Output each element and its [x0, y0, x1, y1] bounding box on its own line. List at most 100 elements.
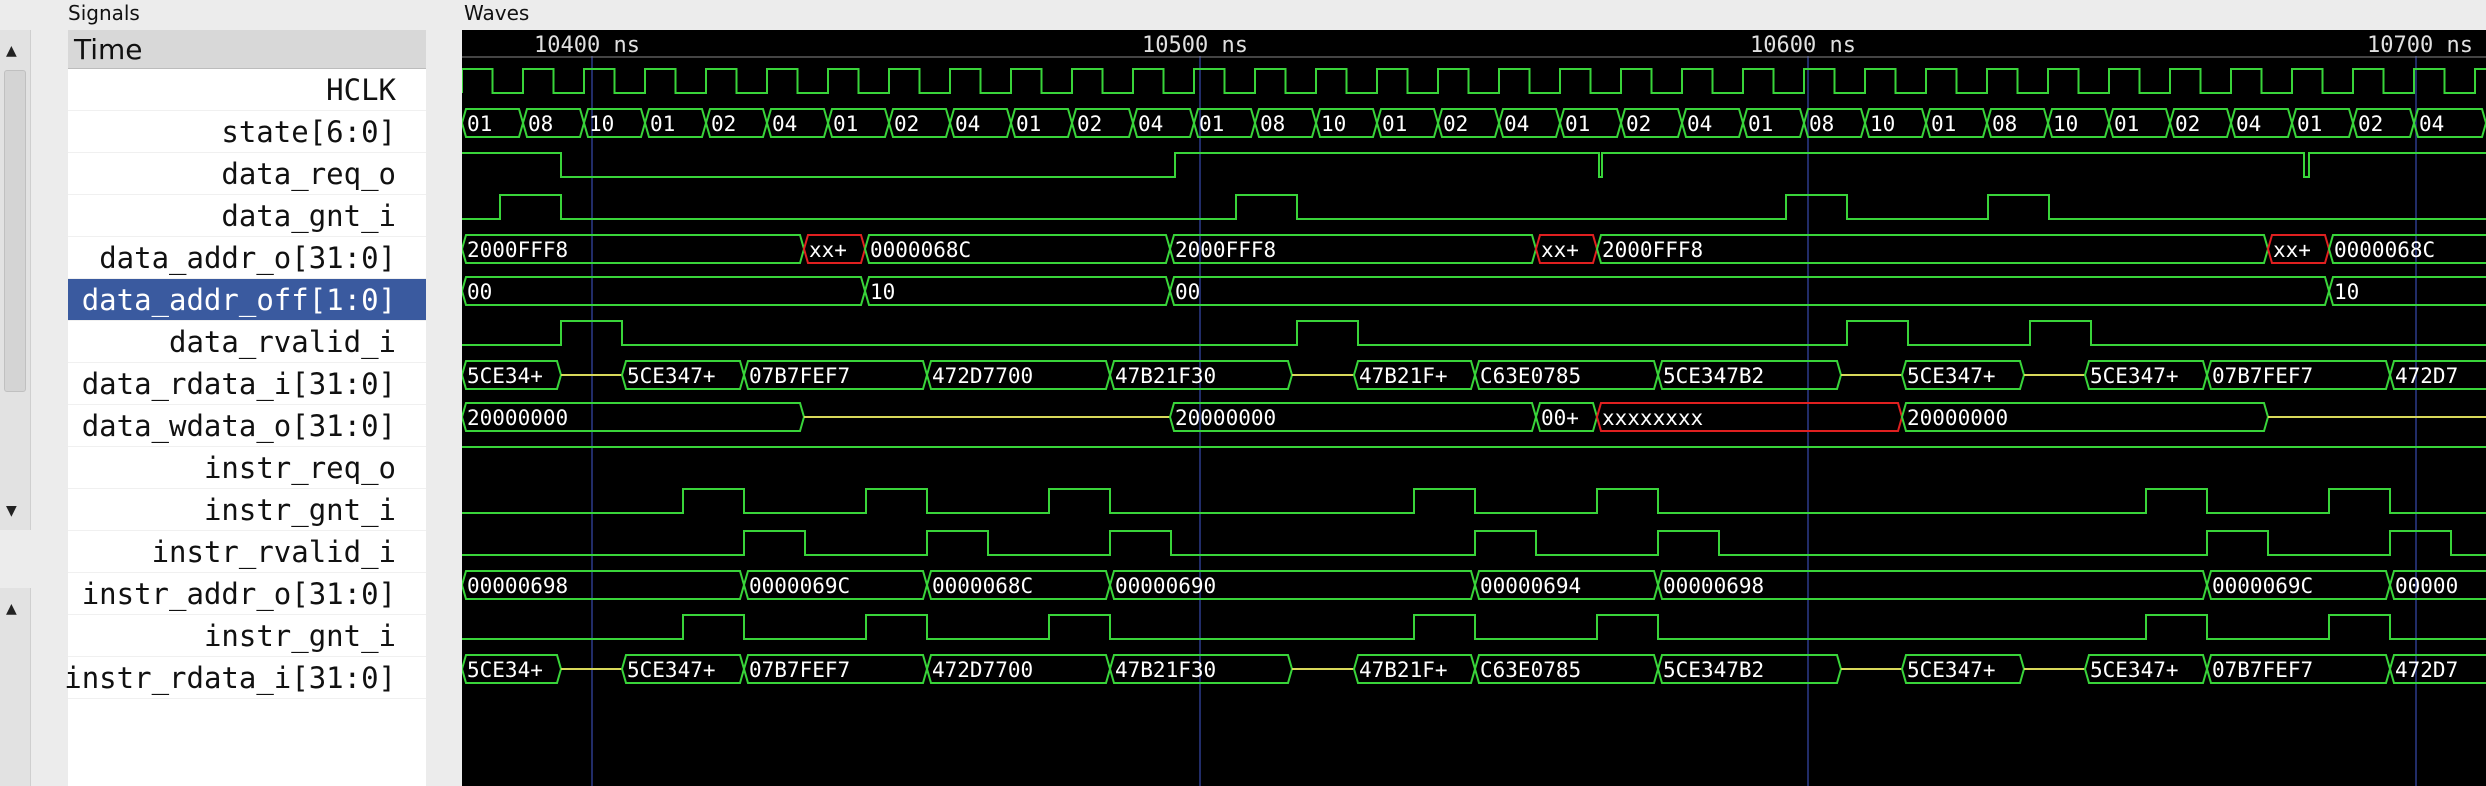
- state-value: 01: [1016, 112, 1041, 136]
- signal-row[interactable]: instr_req_o: [68, 447, 426, 489]
- data-rdata-value: 5CE34+: [467, 364, 543, 388]
- state-value: 01: [2114, 112, 2139, 136]
- data-wdata-value: 00+: [1541, 406, 1579, 430]
- instr-rdata-value: 472D7: [2395, 658, 2458, 682]
- instr-addr-value: 00000698: [467, 574, 568, 598]
- signal-row[interactable]: state[6:0]: [68, 111, 426, 153]
- state-value: 02: [1077, 112, 1102, 136]
- signal-row[interactable]: data_wdata_o[31:0]: [68, 405, 426, 447]
- data-wdata-value: 20000000: [1907, 406, 2008, 430]
- signal-name: instr_gnt_i: [203, 619, 396, 653]
- hclk-waveform: [462, 68, 2486, 94]
- signal-name: data_rvalid_i: [169, 325, 396, 359]
- signal-name: data_gnt_i: [221, 199, 396, 233]
- signal-row[interactable]: instr_rdata_i[31:0]: [64, 657, 426, 699]
- scroll-up-icon[interactable]: ▲: [6, 602, 17, 616]
- state-value: 10: [1321, 112, 1346, 136]
- data-addr-off-segment: [863, 276, 1172, 306]
- data-addr-off-value: 10: [2334, 280, 2359, 304]
- signals-vertical-scrollbar[interactable]: ▲ ▼: [0, 30, 31, 530]
- time-marker-label: 10600 ns: [1750, 33, 1856, 58]
- data-req-waveform: [462, 152, 2486, 178]
- state-value: 01: [1931, 112, 1956, 136]
- state-value: 02: [1443, 112, 1468, 136]
- signal-row[interactable]: data_req_o: [68, 153, 426, 195]
- data-addr-off-value: 00: [467, 280, 492, 304]
- instr-gnt-waveform: [462, 614, 2486, 640]
- data-addr-value: 2000FFF8: [1175, 238, 1276, 262]
- instr-addr-value: 00000694: [1480, 574, 1581, 598]
- instr-rdata-value: 47B21F+: [1359, 658, 1448, 682]
- signal-row[interactable]: instr_addr_o[31:0]: [68, 573, 426, 615]
- signal-name: instr_rdata_i[31:0]: [64, 661, 396, 695]
- data-addr-value: 2000FFF8: [1602, 238, 1703, 262]
- data-addr-value: xx+: [2273, 238, 2311, 262]
- state-value: 01: [467, 112, 492, 136]
- signal-name: data_req_o: [221, 157, 396, 191]
- signal-row[interactable]: data_gnt_i: [68, 195, 426, 237]
- signal-name: data_rdata_i[31:0]: [81, 367, 396, 401]
- state-value: 04: [1687, 112, 1712, 136]
- state-value: 01: [1565, 112, 1590, 136]
- scroll-down-icon[interactable]: ▼: [6, 504, 17, 518]
- state-value: 01: [650, 112, 675, 136]
- signal-name: data_addr_o[31:0]: [99, 241, 396, 275]
- scrollbar-thumb[interactable]: [4, 70, 26, 392]
- instr-gnt-waveform: [462, 488, 2486, 514]
- signal-row[interactable]: instr_rvalid_i: [68, 531, 426, 573]
- state-value: 10: [1870, 112, 1895, 136]
- data-addr-value: 0000068C: [870, 238, 971, 262]
- signal-name: state[6:0]: [221, 115, 396, 149]
- state-value: 01: [1199, 112, 1224, 136]
- instr-rdata-value: 07B7FEF7: [749, 658, 850, 682]
- data-rdata-value: 472D7700: [932, 364, 1033, 388]
- data-wdata-value: 20000000: [1175, 406, 1276, 430]
- state-value: 08: [1992, 112, 2017, 136]
- signal-row[interactable]: HCLK: [68, 69, 426, 111]
- data-rdata-value: 5CE347B2: [1663, 364, 1764, 388]
- state-value: 01: [1382, 112, 1407, 136]
- waveform-canvas[interactable]: 10400 ns 10500 ns 10600 ns 10700 ns 01 08 10 01…: [462, 30, 2486, 786]
- data-addr-value: xx+: [809, 238, 847, 262]
- instr-rdata-value: 472D7700: [932, 658, 1033, 682]
- signal-row[interactable]: data_rdata_i[31:0]: [68, 363, 426, 405]
- instr-rdata-value: 5CE347B2: [1663, 658, 1764, 682]
- state-value: 08: [1809, 112, 1834, 136]
- data-rvalid-waveform: [462, 320, 2486, 346]
- state-value: 08: [1260, 112, 1285, 136]
- time-marker-label: 10400 ns: [534, 33, 640, 58]
- signal-row[interactable]: data_rvalid_i: [68, 321, 426, 363]
- signal-name: data_wdata_o[31:0]: [81, 409, 396, 443]
- state-value: 10: [589, 112, 614, 136]
- data-rdata-value: 47B21F30: [1115, 364, 1216, 388]
- waves-panel[interactable]: 10400 ns 10500 ns 10600 ns 10700 ns 01 08 10 01…: [462, 30, 2486, 786]
- waves-frame-title: Waves: [464, 1, 530, 25]
- data-rdata-value: 07B7FEF7: [2212, 364, 2313, 388]
- data-wdata-value: xxxxxxxx: [1602, 406, 1703, 430]
- signal-row[interactable]: data_addr_o[31:0]: [68, 237, 426, 279]
- signals-frame-title: Signals: [68, 1, 140, 25]
- instr-rdata-value: 47B21F30: [1115, 658, 1216, 682]
- signal-name: instr_gnt_i: [203, 493, 396, 527]
- instr-addr-value: 0000069C: [749, 574, 850, 598]
- instr-addr-value: 00000698: [1663, 574, 1764, 598]
- state-value: 10: [2053, 112, 2078, 136]
- signal-name: HCLK: [326, 73, 396, 107]
- data-addr-off-value: 10: [870, 280, 895, 304]
- state-value: 02: [894, 112, 919, 136]
- state-value: 02: [2358, 112, 2383, 136]
- signal-row[interactable]: instr_gnt_i: [68, 489, 426, 531]
- data-addr-off-segment: [1168, 276, 2331, 306]
- time-header-label: Time: [74, 33, 143, 66]
- waves-vertical-scrollbar[interactable]: ▲: [0, 588, 31, 786]
- data-rdata-value: C63E0785: [1480, 364, 1581, 388]
- signal-row[interactable]: data_addr_off[1:0]: [68, 279, 426, 321]
- signal-row[interactable]: instr_gnt_i: [68, 615, 426, 657]
- state-value: 01: [1748, 112, 1773, 136]
- state-value: 04: [955, 112, 980, 136]
- scroll-up-icon[interactable]: ▲: [6, 44, 17, 58]
- signal-name: instr_req_o: [203, 451, 396, 485]
- state-value: 04: [2236, 112, 2261, 136]
- state-value: 04: [2419, 112, 2444, 136]
- state-value: 04: [772, 112, 797, 136]
